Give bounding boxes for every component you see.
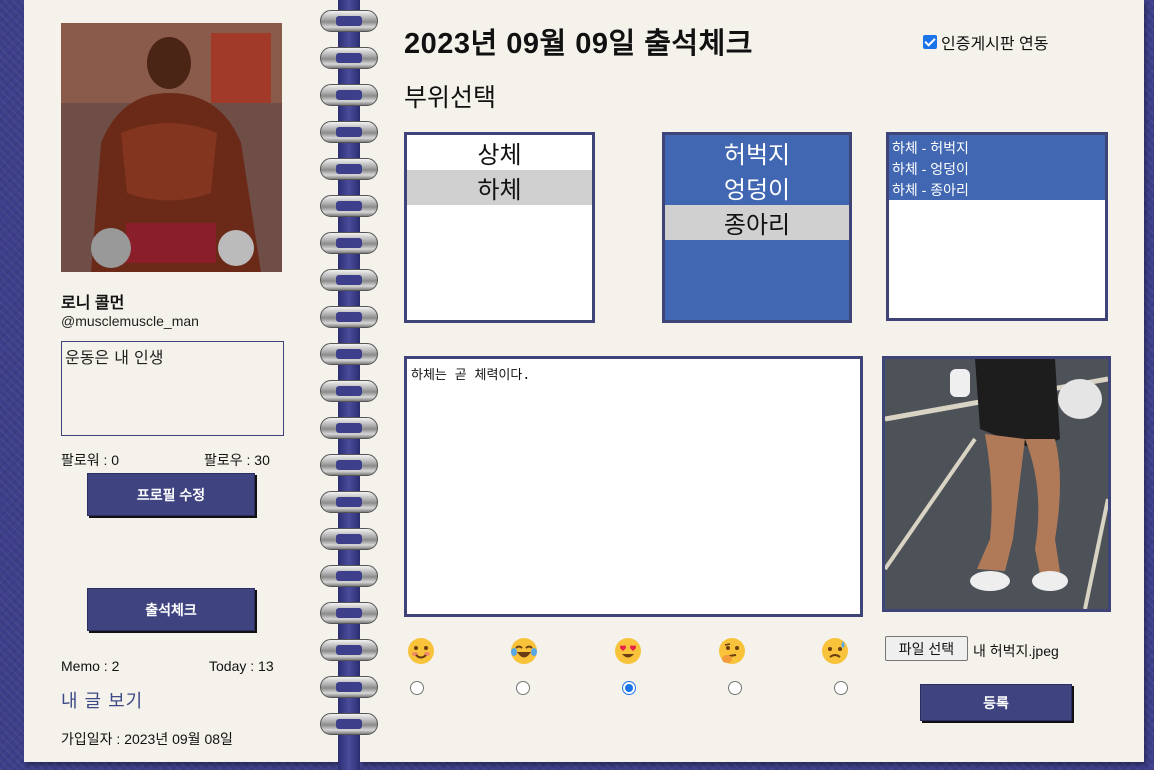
spiral-ring xyxy=(318,528,380,554)
upper-category-list[interactable]: 상체 하체 xyxy=(404,132,595,323)
thinking-face-icon xyxy=(719,638,745,664)
spiral-ring xyxy=(318,565,380,591)
spiral-ring xyxy=(318,232,380,258)
edit-profile-button[interactable]: 프로필 수정 xyxy=(87,473,255,516)
spiral-ring xyxy=(318,343,380,369)
spiral-ring xyxy=(318,454,380,480)
file-name-label: 내 허벅지.jpeg xyxy=(973,643,1059,659)
uploaded-photo-preview xyxy=(882,356,1111,612)
mood-radio-2[interactable] xyxy=(516,681,530,695)
smiling-face-icon xyxy=(408,638,434,664)
body-part-heading: 부위선택 xyxy=(404,84,497,112)
spiral-ring xyxy=(318,602,380,628)
spiral-ring xyxy=(318,47,380,73)
list-option-glute[interactable]: 엉덩이 xyxy=(665,170,849,205)
cert-board-label: 인증게시판 연동 xyxy=(941,36,1049,53)
list-item[interactable]: 하체 - 허벅지 xyxy=(889,138,1105,159)
spiral-ring xyxy=(318,639,380,665)
memo-count: Memo : 2 xyxy=(61,658,120,674)
spiral-ring xyxy=(318,380,380,406)
mood-radio-1[interactable] xyxy=(410,681,424,695)
mood-radio-3[interactable] xyxy=(622,681,636,695)
body-part-list[interactable]: 허벅지 엉덩이 종아리 xyxy=(662,132,852,323)
heart-eyes-icon xyxy=(615,638,641,664)
list-option-upper[interactable]: 상체 xyxy=(407,135,592,170)
spiral-ring xyxy=(318,10,380,36)
profile-avatar xyxy=(61,23,282,272)
spiral-ring xyxy=(318,121,380,147)
list-option-calf[interactable]: 종아리 xyxy=(665,205,849,240)
spiral-ring xyxy=(318,195,380,221)
spiral-ring xyxy=(318,269,380,295)
profile-name: 로니 콜먼 xyxy=(61,295,125,312)
list-item[interactable]: 하체 - 엉덩이 xyxy=(889,159,1105,180)
list-option-lower[interactable]: 하체 xyxy=(407,170,592,205)
attendance-button[interactable]: 출석체크 xyxy=(87,588,255,631)
spiral-ring xyxy=(318,158,380,184)
spiral-rings xyxy=(318,10,382,750)
my-posts-link[interactable]: 내 글 보기 xyxy=(61,687,143,713)
laughing-tears-icon xyxy=(511,638,537,664)
sad-sweat-icon xyxy=(822,638,848,664)
mood-radio-4[interactable] xyxy=(728,681,742,695)
list-option-thigh[interactable]: 허벅지 xyxy=(665,135,849,170)
spiral-ring xyxy=(318,491,380,517)
file-select-button[interactable]: 파일 선택 xyxy=(885,636,968,661)
spiral-ring xyxy=(318,713,380,739)
spiral-ring xyxy=(318,84,380,110)
following-count: 팔로우 : 30 xyxy=(204,452,270,468)
profile-handle: @musclemuscle_man xyxy=(61,313,199,329)
cert-board-checkbox[interactable] xyxy=(923,35,937,49)
submit-button[interactable]: 등록 xyxy=(920,684,1072,721)
page-title: 2023년 09월 09일 출석체크 xyxy=(404,28,753,60)
workout-memo-textarea[interactable]: 하체는 곧 체력이다. xyxy=(404,356,863,617)
mood-radio-5[interactable] xyxy=(834,681,848,695)
list-item[interactable]: 하체 - 종아리 xyxy=(889,180,1105,201)
follower-count: 팔로워 : 0 xyxy=(61,452,120,468)
spiral-ring xyxy=(318,306,380,332)
selected-parts-list[interactable]: 하체 - 허벅지 하체 - 엉덩이 하체 - 종아리 xyxy=(886,132,1108,321)
profile-bio-textarea[interactable]: 운동은 내 인생 xyxy=(61,341,284,436)
spiral-ring xyxy=(318,676,380,702)
join-date: 가입일자 : 2023년 09월 08일 xyxy=(61,731,233,747)
spiral-ring xyxy=(318,417,380,443)
today-count: Today : 13 xyxy=(209,658,274,674)
cert-board-toggle[interactable]: 인증게시판 연동 xyxy=(923,30,1049,54)
